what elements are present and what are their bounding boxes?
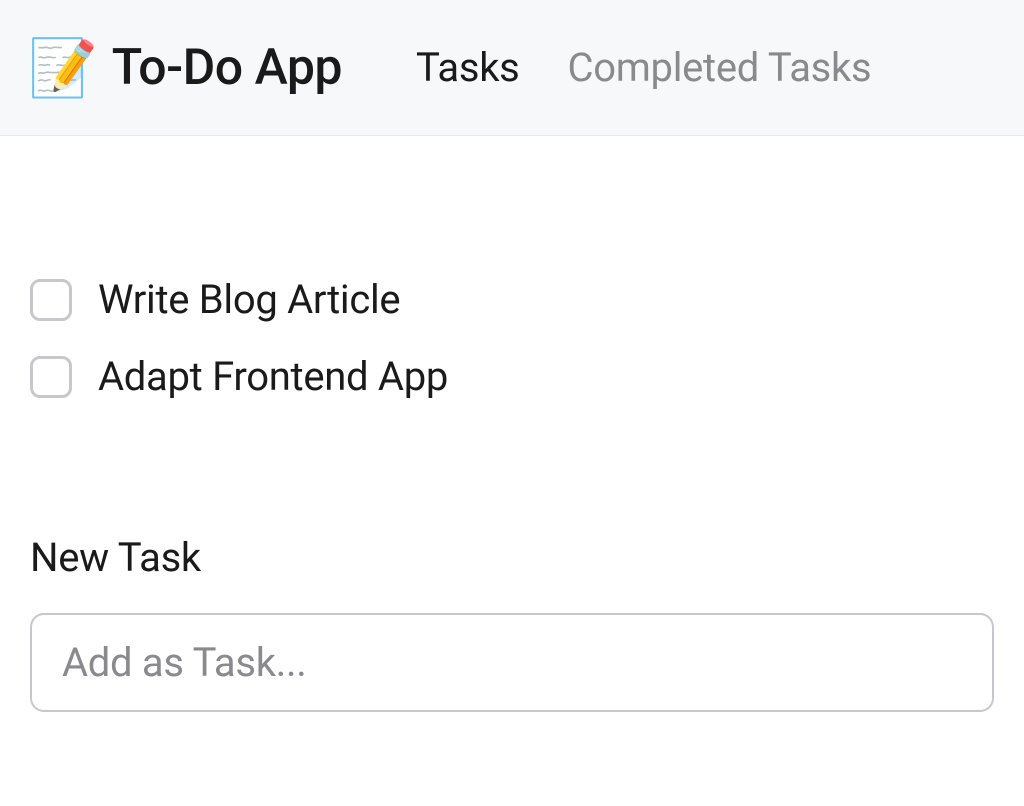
task-label: Write Blog Article (98, 276, 400, 323)
main-content: Write Blog Article Adapt Frontend App Ne… (0, 136, 1024, 712)
nav-tabs: Tasks Completed Tasks (416, 44, 871, 91)
memo-icon: 📝 (28, 40, 98, 96)
app-header: 📝 To-Do App Tasks Completed Tasks (0, 0, 1024, 136)
new-task-heading: New Task (30, 534, 994, 581)
task-label: Adapt Frontend App (98, 353, 448, 400)
tab-tasks[interactable]: Tasks (416, 44, 519, 91)
task-row: Write Blog Article (30, 276, 994, 323)
tab-completed-tasks[interactable]: Completed Tasks (568, 44, 872, 91)
task-checkbox[interactable] (30, 279, 72, 321)
app-title: To-Do App (112, 39, 342, 97)
task-row: Adapt Frontend App (30, 353, 994, 400)
new-task-input[interactable] (30, 613, 994, 712)
task-checkbox[interactable] (30, 356, 72, 398)
